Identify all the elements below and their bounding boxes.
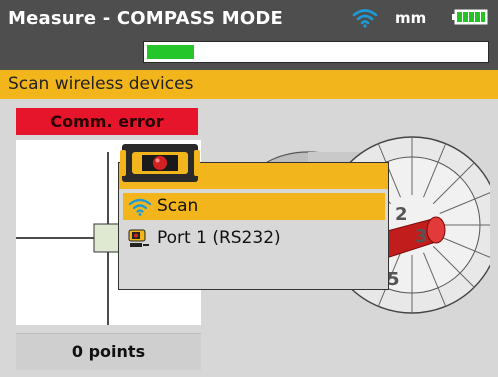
menu-item-port1[interactable]: Port 1 (RS232) <box>123 225 385 252</box>
wifi-icon <box>128 198 152 216</box>
wifi-icon <box>352 9 378 28</box>
menu-item-scan[interactable]: Scan <box>123 193 385 220</box>
battery-icon <box>452 9 488 25</box>
screen-title: Measure - COMPASS MODE <box>8 8 284 29</box>
comm-error-badge: Comm. error <box>16 108 198 135</box>
laser-sensor-icon <box>120 144 200 182</box>
comm-error-label: Comm. error <box>50 112 164 131</box>
units-label: mm <box>395 9 427 27</box>
scan-wireless-label: Scan wireless devices <box>8 74 194 94</box>
menu-item-scan-label: Scan <box>157 196 199 216</box>
menu-item-port1-label: Port 1 (RS232) <box>157 228 281 248</box>
points-label: 0 points <box>71 342 146 361</box>
port-device-icon <box>128 229 149 247</box>
dial-label-2: 2 <box>395 204 408 225</box>
title-bar: Measure - COMPASS MODE mm <box>0 0 498 70</box>
dial-label-3: 3 <box>415 226 428 247</box>
progress-fill <box>147 45 194 59</box>
scan-wireless-header: Scan wireless devices <box>0 70 498 99</box>
progress-bar <box>143 41 489 63</box>
device-screen: Measure - COMPASS MODE mm Scan wireless … <box>0 0 498 377</box>
points-counter: 0 points <box>16 333 201 370</box>
